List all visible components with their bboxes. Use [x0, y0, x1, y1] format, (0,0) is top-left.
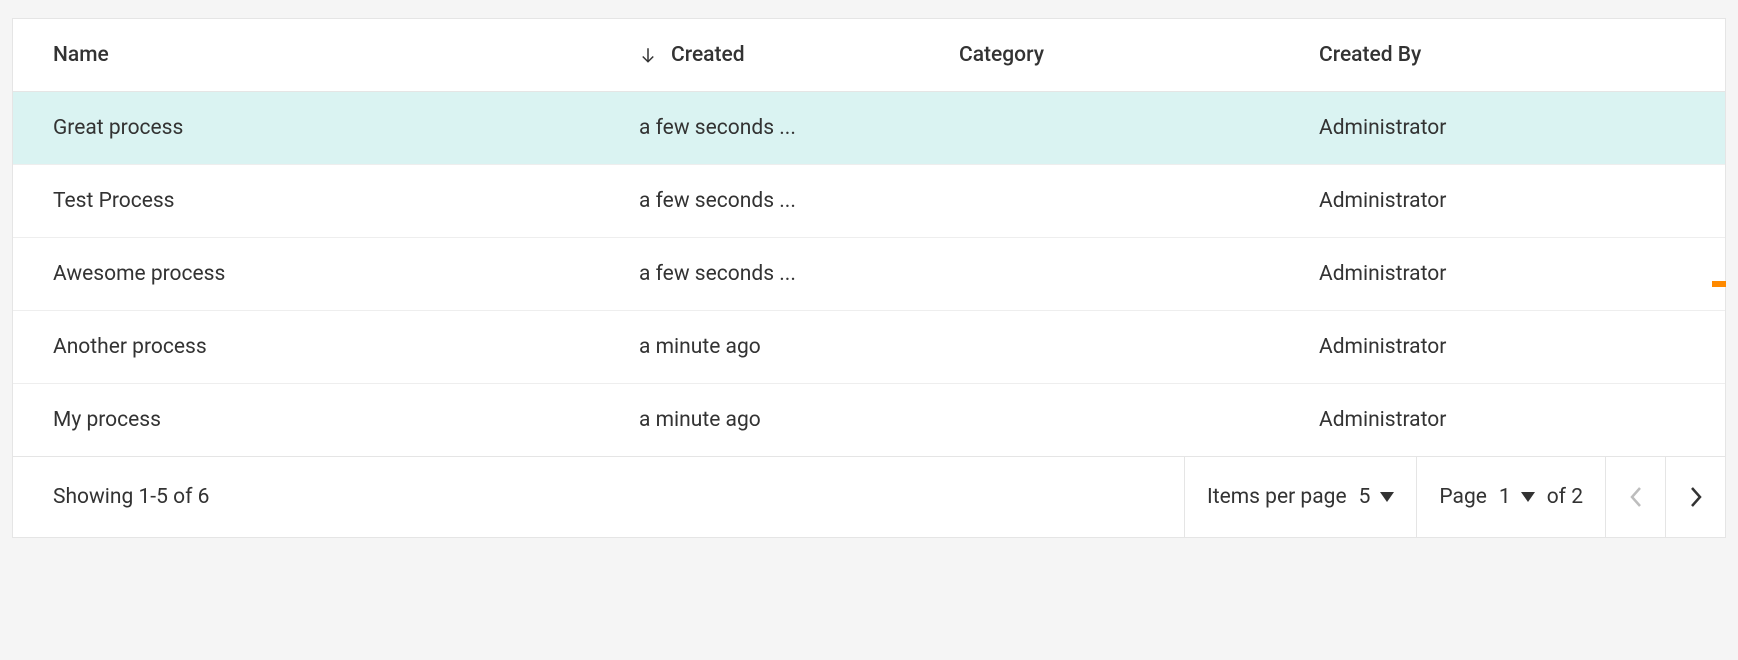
- process-table: Name Created Category Created By Great p…: [12, 18, 1726, 538]
- caret-down-icon: [1380, 492, 1394, 502]
- column-header-createdby[interactable]: Created By: [1285, 43, 1725, 67]
- page-label-prefix: Page: [1439, 485, 1487, 509]
- cell-createdby: Administrator: [1285, 262, 1725, 286]
- prev-page-button[interactable]: [1605, 457, 1665, 537]
- cell-name: Another process: [13, 335, 639, 359]
- page-selector: Page 1 of 2: [1416, 457, 1605, 537]
- scroll-marker: [1712, 281, 1726, 287]
- column-header-created[interactable]: Created: [639, 43, 959, 67]
- table-row[interactable]: My process a minute ago Administrator: [13, 384, 1725, 457]
- table-row[interactable]: Another process a minute ago Administrat…: [13, 311, 1725, 384]
- table-row[interactable]: Great process a few seconds ... Administ…: [13, 92, 1725, 165]
- cell-created: a minute ago: [639, 408, 959, 432]
- cell-created: a few seconds ...: [639, 189, 959, 213]
- cell-createdby: Administrator: [1285, 116, 1725, 140]
- cell-createdby: Administrator: [1285, 189, 1725, 213]
- cell-created: a few seconds ...: [639, 262, 959, 286]
- cell-name: Test Process: [13, 189, 639, 213]
- table-body: Great process a few seconds ... Administ…: [13, 92, 1725, 457]
- showing-text: Showing 1-5 of 6: [13, 485, 1184, 509]
- items-per-page-value: 5: [1359, 485, 1371, 509]
- cell-created: a few seconds ...: [639, 116, 959, 140]
- cell-name: Great process: [13, 116, 639, 140]
- chevron-left-icon: [1629, 486, 1643, 508]
- table-row[interactable]: Test Process a few seconds ... Administr…: [13, 165, 1725, 238]
- items-per-page: Items per page 5: [1184, 457, 1416, 537]
- cell-name: My process: [13, 408, 639, 432]
- items-per-page-dropdown[interactable]: 5: [1359, 485, 1395, 509]
- cell-created: a minute ago: [639, 335, 959, 359]
- arrow-down-icon: [639, 46, 657, 64]
- column-header-category-label: Category: [959, 43, 1044, 67]
- caret-down-icon: [1521, 492, 1535, 502]
- table-header-row: Name Created Category Created By: [13, 19, 1725, 92]
- cell-name: Awesome process: [13, 262, 639, 286]
- column-header-name-label: Name: [53, 43, 109, 67]
- column-header-name[interactable]: Name: [13, 43, 639, 67]
- chevron-right-icon: [1689, 486, 1703, 508]
- cell-createdby: Administrator: [1285, 335, 1725, 359]
- column-header-created-label: Created: [671, 43, 745, 67]
- page-dropdown[interactable]: 1: [1499, 485, 1535, 509]
- pagination-controls: Items per page 5 Page 1 of 2: [1184, 457, 1725, 537]
- page-current: 1: [1499, 485, 1511, 509]
- page-of: of 2: [1547, 485, 1583, 509]
- items-per-page-label: Items per page: [1207, 485, 1347, 509]
- table-row[interactable]: Awesome process a few seconds ... Admini…: [13, 238, 1725, 311]
- column-header-category[interactable]: Category: [959, 43, 1285, 67]
- table-footer: Showing 1-5 of 6 Items per page 5 Page 1: [13, 457, 1725, 537]
- column-header-createdby-label: Created By: [1319, 43, 1421, 67]
- next-page-button[interactable]: [1665, 457, 1725, 537]
- cell-createdby: Administrator: [1285, 408, 1725, 432]
